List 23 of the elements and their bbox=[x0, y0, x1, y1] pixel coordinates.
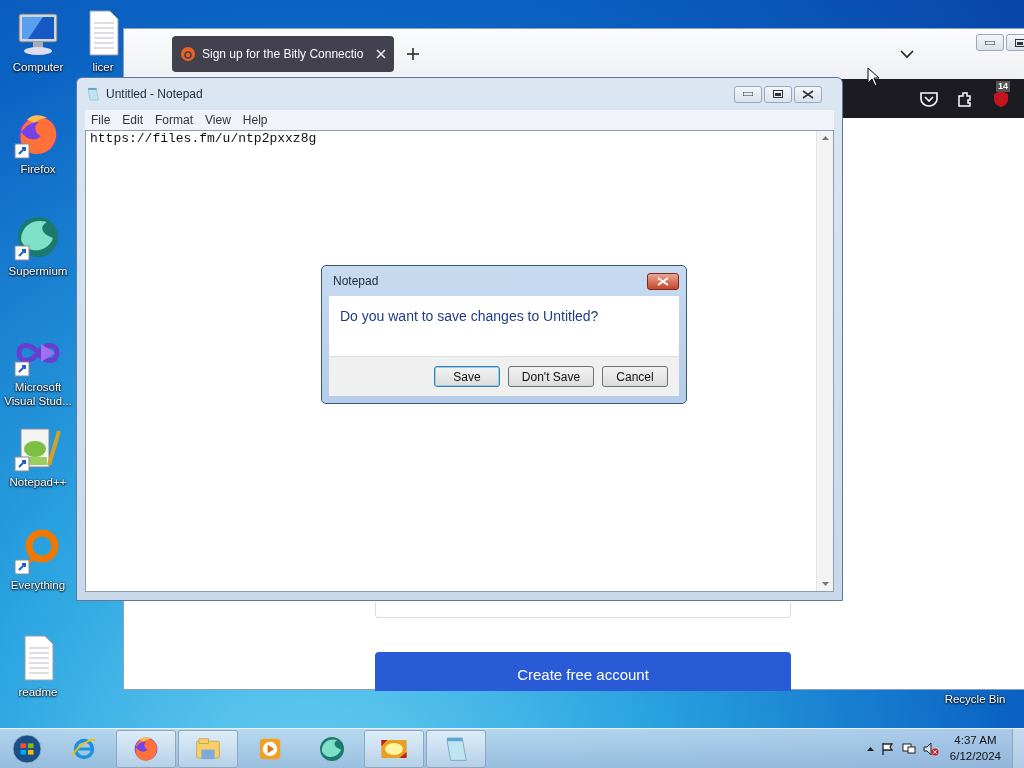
icon-label[interactable]: Microsoft Visual Stud... bbox=[0, 380, 76, 409]
menu-item[interactable]: Format bbox=[149, 111, 200, 129]
document-text: https://files.fm/u/ntp2pxxz8g bbox=[89, 131, 318, 147]
dialog-button[interactable]: Cancel bbox=[602, 366, 668, 387]
dialog-message: Do you want to save changes to Untitled? bbox=[339, 307, 600, 326]
extension-badge: 14 bbox=[996, 80, 1010, 92]
dialog-title: Notepad bbox=[333, 273, 379, 290]
window-title: Untitled - Notepad bbox=[106, 86, 203, 103]
menu-item[interactable]: File bbox=[85, 111, 117, 129]
clock-date[interactable]: 6/12/2024 bbox=[949, 748, 1001, 764]
menu-item[interactable]: Help bbox=[236, 111, 274, 129]
dialog-button[interactable]: Don't Save bbox=[508, 366, 594, 387]
create-account-button[interactable]: Create free account bbox=[375, 652, 791, 691]
dialog-button[interactable]: Save bbox=[434, 366, 500, 387]
menu-item[interactable]: Edit bbox=[116, 111, 150, 129]
icon-label[interactable]: Firefox bbox=[20, 162, 56, 177]
browser-tab[interactable]: Sign up for the Bitly Connectio bbox=[172, 36, 394, 72]
icon-label[interactable]: Recycle Bin bbox=[944, 692, 1006, 707]
icon-label[interactable]: Computer bbox=[12, 60, 64, 75]
icon-label[interactable]: licer bbox=[92, 60, 114, 75]
icon-label[interactable]: Supermium bbox=[8, 264, 68, 279]
clock-time[interactable]: 4:37 AM bbox=[949, 733, 1001, 749]
menu-item[interactable]: View bbox=[199, 111, 237, 129]
